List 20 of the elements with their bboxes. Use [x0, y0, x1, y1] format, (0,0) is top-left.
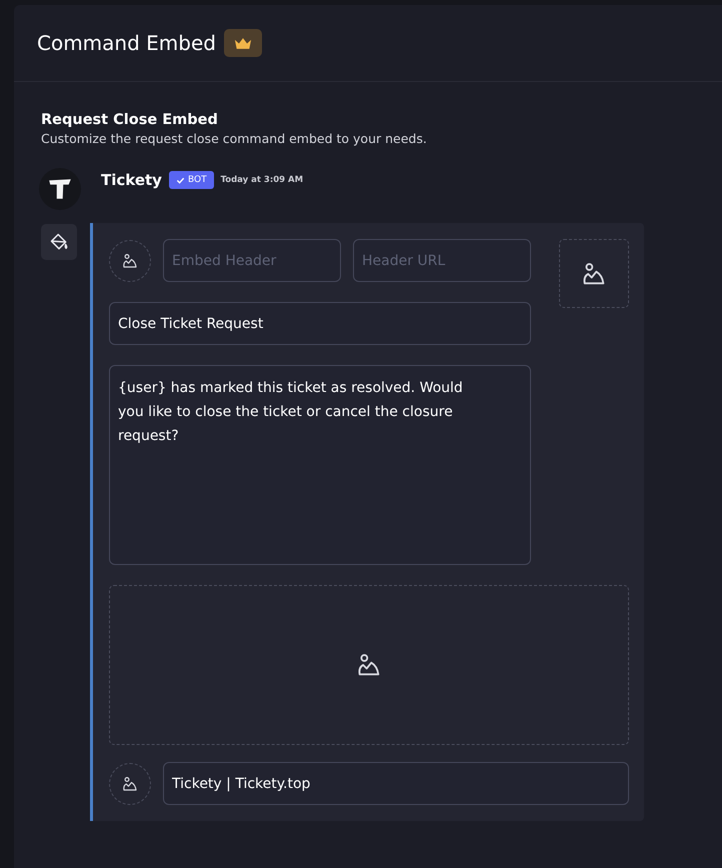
paint-bucket-icon — [49, 232, 69, 252]
section-title: Request Close Embed — [41, 112, 219, 128]
title-field[interactable]: Close Ticket Request — [109, 302, 531, 345]
thumbnail-upload[interactable] — [559, 239, 629, 308]
description-field[interactable]: {user} has marked this ticket as resolved. Would you like to close the ticket or cancel the closure request? — [109, 365, 531, 565]
bot-label: BOT — [188, 175, 207, 185]
author-icon-upload[interactable] — [109, 240, 151, 282]
image-icon — [121, 774, 139, 792]
author-name: Tickety — [101, 171, 162, 189]
header-field[interactable]: Embed Header — [163, 239, 341, 282]
image-icon — [121, 252, 139, 270]
section-description: Customize the request close command embed to your needs. — [41, 131, 428, 146]
footer-field[interactable]: Tickety | Tickety.top — [163, 762, 629, 805]
check-icon — [176, 176, 185, 184]
header-url-field[interactable]: Header URL — [353, 239, 531, 282]
crown-icon — [234, 36, 252, 50]
footer-icon-upload[interactable] — [109, 762, 151, 804]
timestamp: Today at 3:09 AM — [220, 175, 304, 185]
page-title: Command Embed — [37, 31, 216, 55]
paint-bucket-button[interactable] — [41, 224, 77, 260]
